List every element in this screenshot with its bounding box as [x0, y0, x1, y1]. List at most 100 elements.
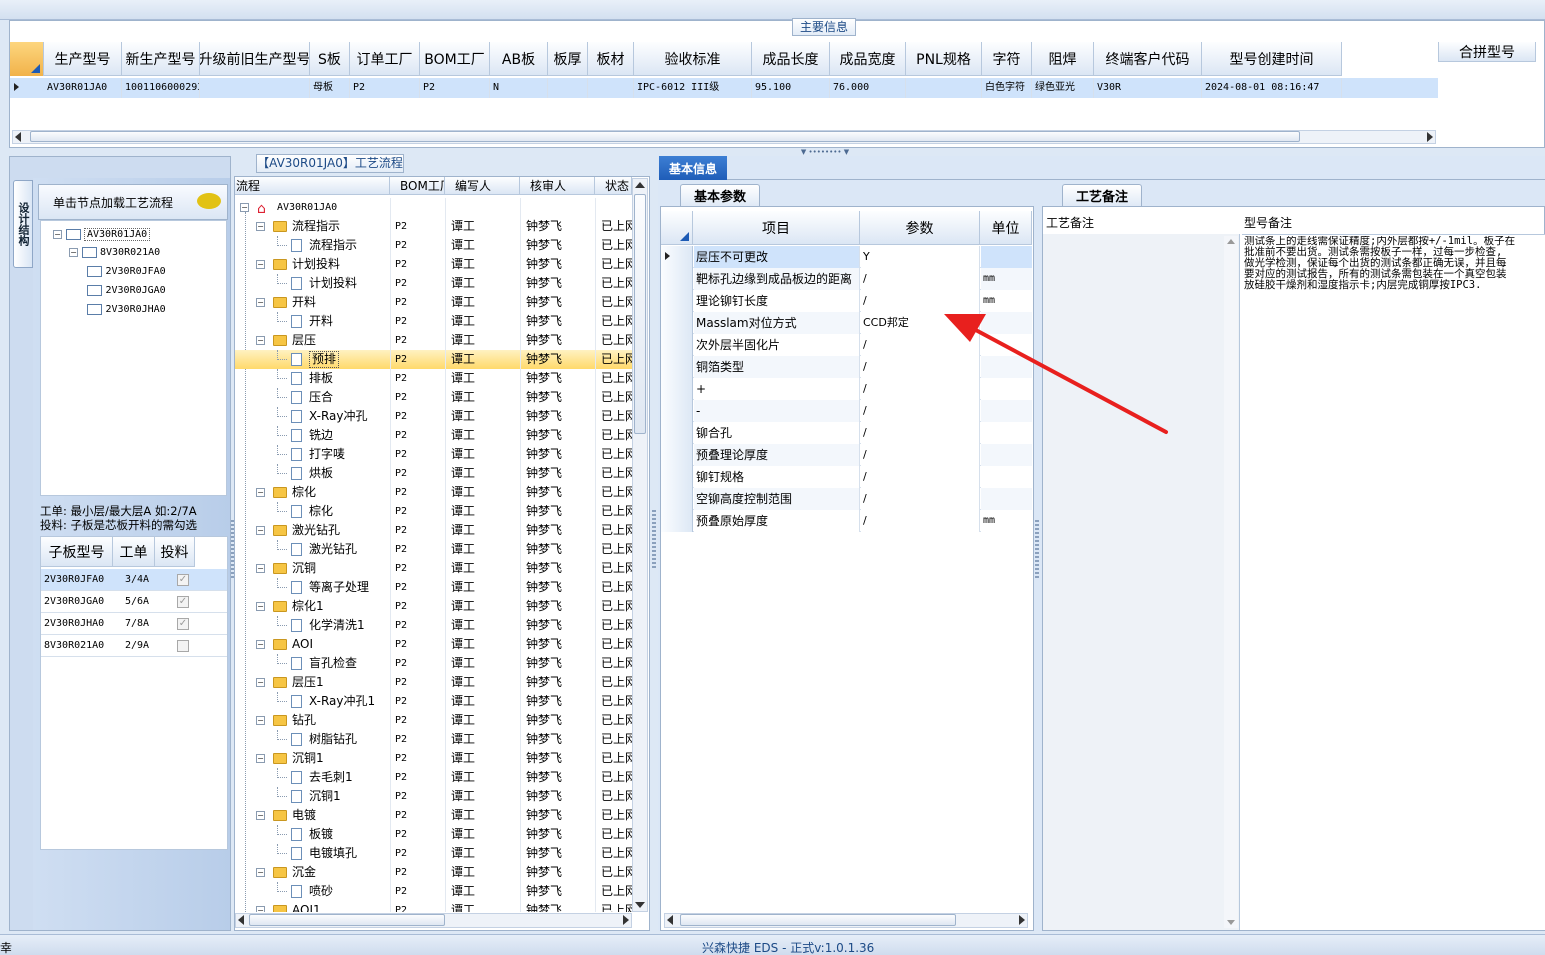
- scroll-right-arrow-icon[interactable]: [1427, 132, 1433, 142]
- collapse-icon[interactable]: −: [256, 716, 265, 725]
- process-step[interactable]: − AOI P2 谭工 钟梦飞 已上网: [235, 635, 632, 654]
- main-cell[interactable]: IPC-6012 III级: [634, 78, 752, 98]
- collapse-icon[interactable]: −: [256, 811, 265, 820]
- param-cell[interactable]: /: [861, 488, 980, 510]
- column-header[interactable]: 字符: [982, 42, 1032, 76]
- process-column-header[interactable]: 核审人: [520, 177, 595, 195]
- process-step[interactable]: − 棕化1 P2 谭工 钟梦飞 已上网: [235, 597, 632, 616]
- main-cell[interactable]: AV30R01JA0: [44, 78, 122, 98]
- column-header[interactable]: 板材: [588, 42, 634, 76]
- sub-order-cell[interactable]: 2/9A: [125, 640, 149, 651]
- main-cell[interactable]: 95.100: [752, 78, 830, 98]
- process-column-header[interactable]: 流程: [235, 177, 390, 195]
- tab-basic-params[interactable]: 基本参数: [680, 184, 760, 206]
- sub-order-cell[interactable]: 5/6A: [125, 596, 149, 607]
- collapse-icon[interactable]: −: [256, 678, 265, 687]
- splitter-handle-icon[interactable]: ▼ •••••••• ▼: [792, 149, 858, 156]
- column-header[interactable]: AB板: [490, 42, 548, 76]
- main-cell[interactable]: 母板: [310, 78, 350, 98]
- tab-basic-info[interactable]: 基本信息: [659, 156, 727, 180]
- tab-process-remarks[interactable]: 工艺备注: [1062, 184, 1142, 206]
- collapse-icon[interactable]: −: [256, 260, 265, 269]
- main-cell[interactable]: P2: [420, 78, 490, 98]
- main-cell[interactable]: P2: [350, 78, 420, 98]
- main-cell[interactable]: 白色字符: [982, 78, 1032, 98]
- main-cell[interactable]: 2024-08-01 08:16:47: [1202, 78, 1342, 98]
- process-step[interactable]: 压合 P2 谭工 钟梦飞 已上网: [235, 388, 632, 407]
- collapse-icon[interactable]: −: [240, 203, 249, 212]
- scroll-right-arrow-icon[interactable]: [623, 915, 629, 925]
- process-step[interactable]: − 计划投料 P2 谭工 钟梦飞 已上网: [235, 255, 632, 274]
- process-hscrollbar[interactable]: [235, 913, 632, 928]
- tree-node[interactable]: 2V30R0JHA0: [87, 300, 166, 317]
- main-cell[interactable]: 绿色亚光: [1032, 78, 1094, 98]
- splitter-process[interactable]: [652, 510, 656, 570]
- process-step[interactable]: 去毛刺1 P2 谭工 钟梦飞 已上网: [235, 768, 632, 787]
- main-hscroll-thumb[interactable]: [30, 131, 1300, 142]
- collapse-icon[interactable]: −: [256, 488, 265, 497]
- main-grid-row[interactable]: AV30R01JA010011060002935母板P2P2NIPC-6012 …: [10, 78, 1438, 98]
- main-cell[interactable]: 10011060002935: [122, 78, 200, 98]
- process-step[interactable]: − 层压1 P2 谭工 钟梦飞 已上网: [235, 673, 632, 692]
- process-column-header[interactable]: 状态: [595, 177, 632, 195]
- process-step[interactable]: 化学清洗1 P2 谭工 钟梦飞 已上网: [235, 616, 632, 635]
- table-row[interactable]: 预叠原始厚度 / mm: [661, 510, 1032, 532]
- feed-checkbox[interactable]: ✓: [177, 596, 189, 608]
- main-cell[interactable]: [200, 78, 310, 98]
- vertical-tab-design-structure[interactable]: 设计结构: [13, 180, 33, 268]
- basic-column-header[interactable]: 参数: [860, 211, 980, 245]
- sub-order-cell[interactable]: 3/4A: [125, 574, 149, 585]
- feed-checkbox[interactable]: ✓: [177, 574, 189, 586]
- collapse-icon[interactable]: −: [256, 564, 265, 573]
- process-step[interactable]: 沉铜1 P2 谭工 钟梦飞 已上网: [235, 787, 632, 806]
- collapse-icon[interactable]: −: [53, 229, 62, 239]
- scroll-right-arrow-icon[interactable]: [1019, 915, 1025, 925]
- main-cell[interactable]: N: [490, 78, 548, 98]
- table-row[interactable]: 靶标孔边缘到成品板边的距离 / mm: [661, 268, 1032, 290]
- process-step[interactable]: X-Ray冲孔1 P2 谭工 钟梦飞 已上网: [235, 692, 632, 711]
- main-cell[interactable]: [906, 78, 982, 98]
- process-step[interactable]: − AOI1 P2 谭工 钟梦飞 已上网: [235, 901, 632, 912]
- tree-node[interactable]: 2V30R0JFA0: [87, 262, 166, 279]
- basic-column-header[interactable]: 项目: [693, 211, 860, 245]
- column-header[interactable]: 生产型号: [44, 42, 122, 76]
- tree-node[interactable]: 2V30R0JGA0: [87, 281, 166, 298]
- main-cell[interactable]: [588, 78, 634, 98]
- process-step[interactable]: 树脂钻孔 P2 谭工 钟梦飞 已上网: [235, 730, 632, 749]
- process-step[interactable]: 计划投料 P2 谭工 钟梦飞 已上网: [235, 274, 632, 293]
- feed-checkbox[interactable]: [177, 640, 189, 652]
- feed-checkbox[interactable]: ✓: [177, 618, 189, 630]
- column-header[interactable]: 订单工厂: [350, 42, 420, 76]
- model-remark-box[interactable]: [1242, 234, 1545, 930]
- process-step[interactable]: − 流程指示 P2 谭工 钟梦飞 已上网: [235, 217, 632, 236]
- process-column-header[interactable]: 编写人: [445, 177, 520, 195]
- basic-column-header[interactable]: 单位: [980, 211, 1032, 245]
- process-title-tab[interactable]: 【AV30R01JA0】工艺流程: [256, 154, 404, 173]
- process-step[interactable]: 盲孔检查 P2 谭工 钟梦飞 已上网: [235, 654, 632, 673]
- process-step[interactable]: − 钻孔 P2 谭工 钟梦飞 已上网: [235, 711, 632, 730]
- process-step[interactable]: 开料 P2 谭工 钟梦飞 已上网: [235, 312, 632, 331]
- collapse-icon[interactable]: −: [256, 298, 265, 307]
- process-step[interactable]: − 开料 P2 谭工 钟梦飞 已上网: [235, 293, 632, 312]
- column-header[interactable]: 升级前旧生产型号: [200, 42, 310, 76]
- sub-table-header[interactable]: 工单: [113, 537, 155, 567]
- process-vscrollbar[interactable]: [632, 178, 648, 912]
- collapse-icon[interactable]: −: [256, 868, 265, 877]
- column-header[interactable]: 终端客户代码: [1094, 42, 1202, 76]
- param-cell[interactable]: /: [861, 510, 980, 532]
- param-cell[interactable]: Y: [861, 246, 980, 268]
- table-row[interactable]: 层压不可更改 Y: [661, 246, 1032, 268]
- column-header[interactable]: 新生产型号: [122, 42, 200, 76]
- collapse-icon[interactable]: −: [256, 222, 265, 231]
- process-step[interactable]: − 沉铜 P2 谭工 钟梦飞 已上网: [235, 559, 632, 578]
- process-step[interactable]: − 激光钻孔 P2 谭工 钟梦飞 已上网: [235, 521, 632, 540]
- process-step[interactable]: 打字唛 P2 谭工 钟梦飞 已上网: [235, 445, 632, 464]
- main-cell[interactable]: [548, 78, 588, 98]
- column-header[interactable]: BOM工厂: [420, 42, 490, 76]
- process-step[interactable]: − 沉铜1 P2 谭工 钟梦飞 已上网: [235, 749, 632, 768]
- table-row[interactable]: 空铆高度控制范围 /: [661, 488, 1032, 510]
- splitter-basic[interactable]: [1035, 520, 1039, 580]
- process-hscroll-thumb[interactable]: [249, 914, 445, 926]
- process-step[interactable]: 棕化 P2 谭工 钟梦飞 已上网: [235, 502, 632, 521]
- scroll-down-arrow-icon[interactable]: [1227, 920, 1235, 925]
